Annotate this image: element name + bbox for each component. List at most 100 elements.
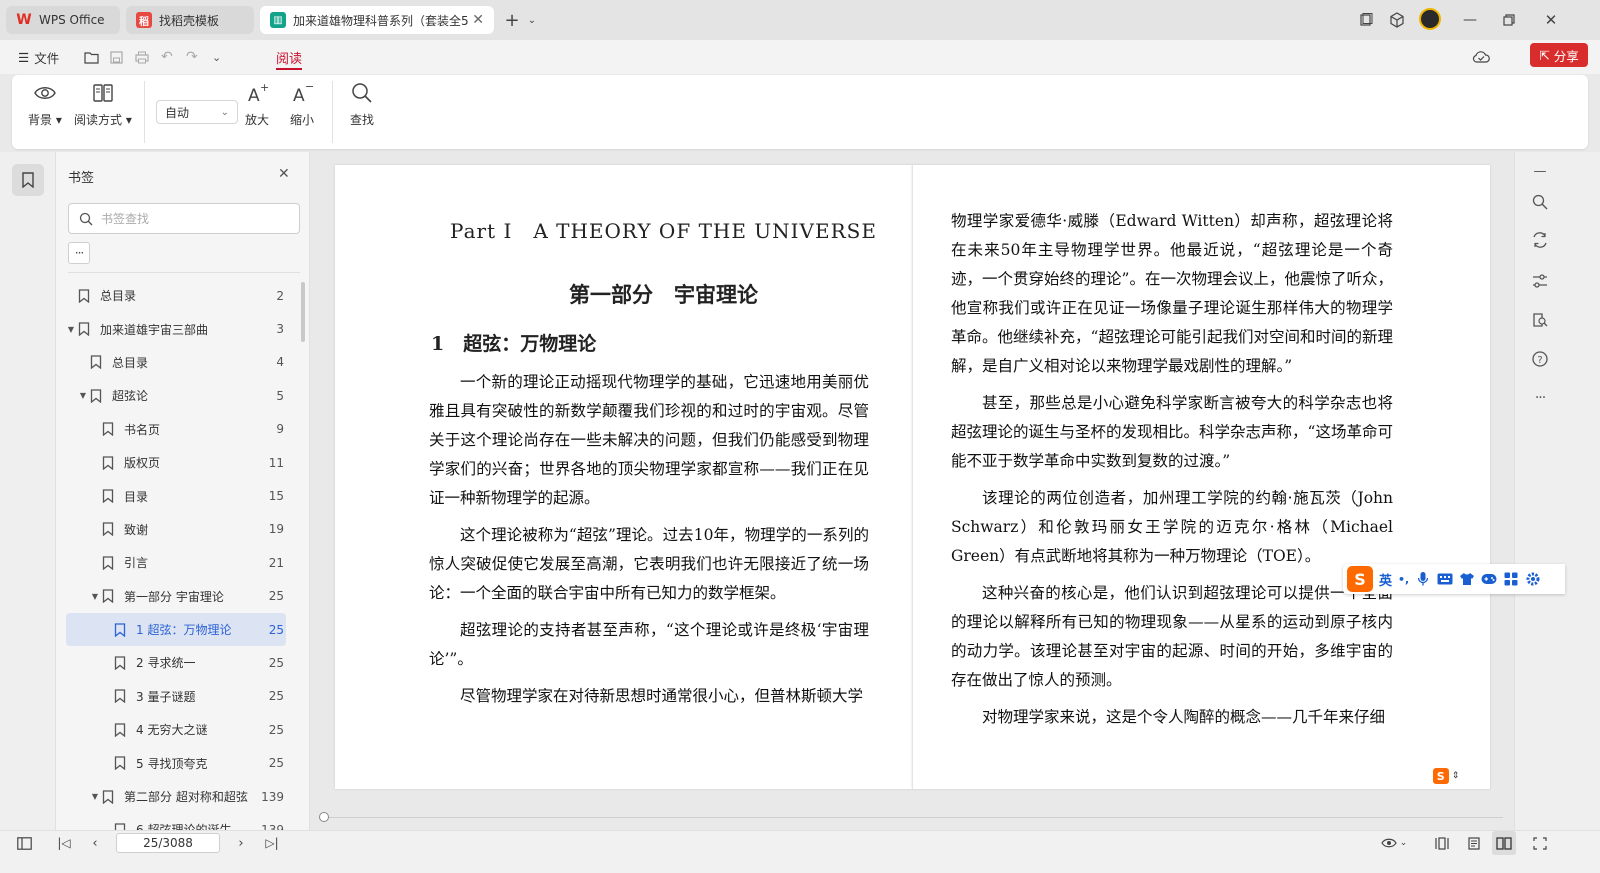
more-icon[interactable]: ···	[1529, 387, 1551, 409]
single-page-icon[interactable]	[1464, 831, 1484, 855]
double-page-icon[interactable]	[1492, 831, 1516, 855]
close-icon[interactable]: ✕	[278, 166, 290, 182]
file-menu[interactable]: ☰ 文件	[18, 40, 59, 74]
ribbon-divider	[144, 81, 145, 143]
bookmark-label: 总目录	[112, 355, 149, 370]
paragraph: 这种兴奋的核心是，他们认识到超弦理论可以提供一个全面的理论以解释所有已知的物理现…	[951, 584, 1393, 689]
previous-page-icon[interactable]: ‹	[88, 831, 102, 855]
tab-list-chevron-icon[interactable]: ⌄	[522, 10, 542, 30]
ime-mini-toolbar[interactable]: S ⇕	[1424, 765, 1468, 787]
redo-icon[interactable]: ↷	[186, 40, 198, 74]
keyboard-icon[interactable]	[1437, 571, 1453, 587]
page-number-input[interactable]	[116, 833, 220, 853]
cube-icon[interactable]	[1387, 10, 1407, 30]
bookmark-item[interactable]: 5 寻找顶夸克 25	[66, 746, 286, 779]
expand-arrow-icon[interactable]: ▼	[78, 391, 88, 400]
bookmark-page-number: 25	[268, 622, 284, 637]
microphone-icon[interactable]	[1415, 571, 1431, 587]
gamepad-icon[interactable]	[1481, 571, 1497, 587]
window-tile-icon[interactable]	[1356, 10, 1376, 30]
close-window-icon[interactable]: ✕	[1541, 10, 1561, 30]
gear-icon[interactable]	[1525, 571, 1541, 587]
cloud-sync-icon[interactable]	[1472, 40, 1490, 74]
zoom-out-button[interactable]: A − 缩小	[290, 81, 314, 128]
expand-arrow-icon[interactable]: ▼	[90, 592, 100, 601]
collapse-icon[interactable]: —	[1529, 160, 1551, 182]
bookmark-item[interactable]: 总目录 4	[66, 346, 286, 379]
bookmark-search-input[interactable]	[101, 211, 281, 226]
bookmark-item[interactable]: ▼ 第一部分 宇宙理论 25	[66, 580, 286, 613]
bookmark-page-number: 9	[276, 422, 284, 437]
bookmark-item[interactable]: 版权页 11	[66, 446, 286, 479]
tab-current-document[interactable]: ▥ 加来道雄物理科普系列（套装全5 ✕	[260, 6, 494, 34]
help-icon[interactable]: ?	[1529, 348, 1551, 370]
bookmark-item[interactable]: 书名页 9	[66, 413, 286, 446]
book-search-icon[interactable]	[1529, 309, 1551, 331]
skin-shirt-icon[interactable]	[1459, 571, 1475, 587]
toolbox-grid-icon[interactable]	[1503, 571, 1519, 587]
bookmark-item[interactable]: 目录 15	[66, 479, 286, 512]
tab-docer-templates[interactable]: 稻 找稻壳模板	[126, 6, 254, 34]
share-button[interactable]: ⇱ 分享	[1530, 43, 1588, 67]
bookmark-item[interactable]: 引言 21	[66, 546, 286, 579]
bookmark-icon	[100, 421, 116, 437]
progress-slider-thumb[interactable]	[319, 812, 329, 822]
read-mode-button[interactable]: 阅读方式 ▾	[74, 81, 132, 128]
search-icon[interactable]	[1529, 191, 1551, 213]
left-nav-strip	[0, 152, 56, 845]
bookmark-panel-toggle[interactable]	[12, 164, 44, 196]
restore-icon[interactable]	[1499, 10, 1519, 30]
zoom-in-button[interactable]: A + 放大	[245, 81, 269, 128]
settings-sliders-icon[interactable]	[1529, 270, 1551, 292]
tab-read[interactable]: 阅读	[276, 40, 303, 74]
bookmark-item[interactable]: 3 量子谜题 25	[66, 680, 286, 713]
last-page-icon[interactable]: ▷|	[264, 831, 280, 855]
expand-arrow-icon[interactable]: ▼	[90, 792, 100, 801]
translate-icon[interactable]	[1529, 229, 1551, 251]
next-page-icon[interactable]: ›	[234, 831, 248, 855]
minimize-icon[interactable]: —	[1460, 10, 1480, 30]
print-icon[interactable]	[135, 40, 149, 74]
share-label: 分享	[1553, 48, 1579, 64]
bookmark-scrollbar[interactable]	[301, 282, 305, 342]
bookmark-item[interactable]: ▼ 加来道雄宇宙三部曲 3	[66, 312, 286, 345]
find-button[interactable]: 查找	[350, 81, 374, 128]
bookmark-item[interactable]: ▼ 超弦论 5	[66, 379, 286, 412]
progress-track[interactable]	[323, 817, 1503, 818]
status-bar: |◁ ‹ › ▷| ⌄	[0, 830, 1600, 873]
bookmark-item[interactable]: 总目录 2	[66, 279, 286, 312]
more-options-button[interactable]: ···	[68, 242, 90, 264]
bookmark-item[interactable]: ▼ 第二部分 超对称和超弦 139	[66, 780, 286, 813]
bookmark-item[interactable]: 4 无穷大之谜 25	[66, 713, 286, 746]
expand-arrow-icon[interactable]: ▼	[66, 325, 76, 334]
scroll-view-icon[interactable]	[1432, 831, 1452, 855]
background-label: 背景 ▾	[28, 113, 62, 127]
eye-protection-icon[interactable]: ⌄	[1378, 831, 1410, 855]
toggle-sidebar-icon[interactable]	[14, 831, 34, 855]
undo-icon[interactable]: ↶	[161, 40, 173, 74]
close-tab-icon[interactable]: ✕	[472, 12, 484, 28]
save-icon[interactable]	[110, 40, 123, 74]
quick-access-chevron-icon[interactable]: ⌄	[212, 40, 221, 74]
bookmark-item[interactable]: 1 超弦：万物理论 25	[66, 612, 286, 647]
open-folder-icon[interactable]	[84, 40, 99, 74]
new-tab-button[interactable]: +	[502, 10, 522, 31]
background-button[interactable]: 背景 ▾	[28, 81, 62, 128]
tab-wps-office[interactable]: W WPS Office	[6, 6, 120, 34]
reader-icon: ▥	[270, 12, 286, 28]
ime-punctuation-toggle[interactable]: •,	[1398, 573, 1409, 586]
ime-mode-toggle[interactable]: 英	[1379, 570, 1392, 589]
part-title-cn: 第一部分 宇宙理论	[569, 282, 758, 307]
zoom-select[interactable]: 自动 ⌄	[156, 100, 238, 124]
bookmark-icon	[100, 521, 116, 537]
bookmark-item[interactable]: 2 寻求统一 25	[66, 646, 286, 679]
fullscreen-icon[interactable]	[1530, 831, 1550, 855]
bookmark-item[interactable]: 致谢 19	[66, 513, 286, 546]
avatar[interactable]	[1419, 8, 1441, 30]
hamburger-icon: ☰	[18, 49, 30, 65]
bookmark-label: 1 超弦：万物理论	[136, 623, 232, 638]
first-page-icon[interactable]: |◁	[56, 831, 72, 855]
page-body-left: 一个新的理论正动摇现代物理学的基础，它迅速地用美丽优雅且具有突破性的新数学颠覆我…	[429, 368, 869, 719]
bookmark-icon	[76, 321, 92, 337]
sogou-logo-icon[interactable]: S	[1347, 566, 1373, 592]
